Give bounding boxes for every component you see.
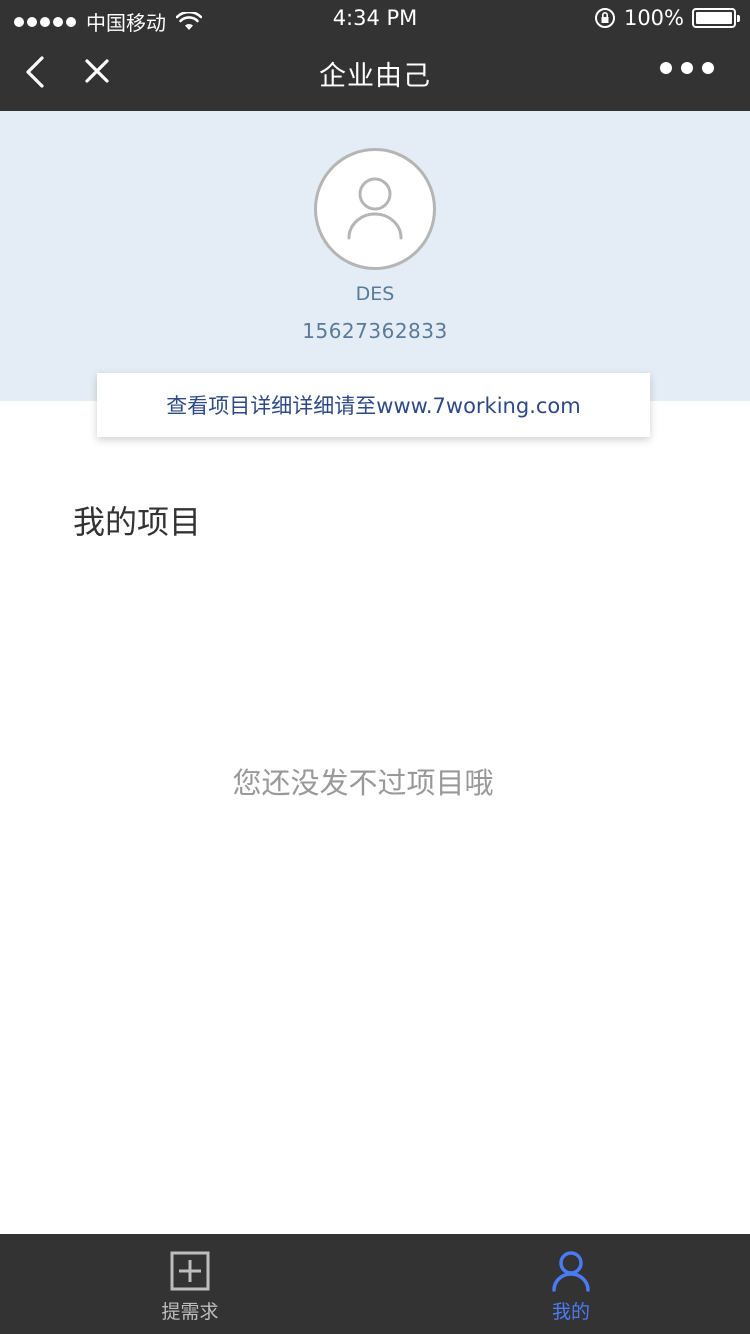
back-icon[interactable] (20, 52, 60, 92)
profile-name: DES (355, 283, 395, 305)
more-options-icon[interactable] (660, 62, 714, 74)
header: 中国移动 4:34 PM 100% 企业由己 (0, 0, 750, 111)
tab-mine-label: 我的 (551, 1301, 590, 1323)
plus-square-icon (170, 1251, 210, 1291)
project-details-notice[interactable]: 查看项目详细详细请至www.7working.com (97, 373, 650, 437)
my-projects-title: 我的项目 (73, 503, 202, 541)
nav-bar: 企业由己 (0, 38, 750, 111)
tab-bar: 提需求 我的 (0, 1234, 750, 1334)
profile-section: DES 15627362833 (0, 111, 750, 401)
tab-mine[interactable]: 我的 (471, 1234, 671, 1334)
user-icon (552, 1251, 590, 1292)
orientation-lock-icon (594, 8, 615, 28)
empty-state-text: 您还没发不过项目哦 (232, 766, 494, 800)
tab-request-label: 提需求 (161, 1301, 219, 1323)
battery-percentage: 100% (623, 6, 684, 30)
user-avatar-icon (347, 177, 403, 240)
status-bar: 中国移动 4:34 PM 100% (0, 0, 750, 38)
profile-phone: 15627362833 (302, 319, 448, 343)
avatar[interactable] (314, 148, 436, 270)
battery-icon (692, 8, 740, 28)
tab-request[interactable]: 提需求 (90, 1234, 290, 1334)
close-icon[interactable] (78, 52, 118, 92)
status-right: 100% (594, 6, 740, 30)
